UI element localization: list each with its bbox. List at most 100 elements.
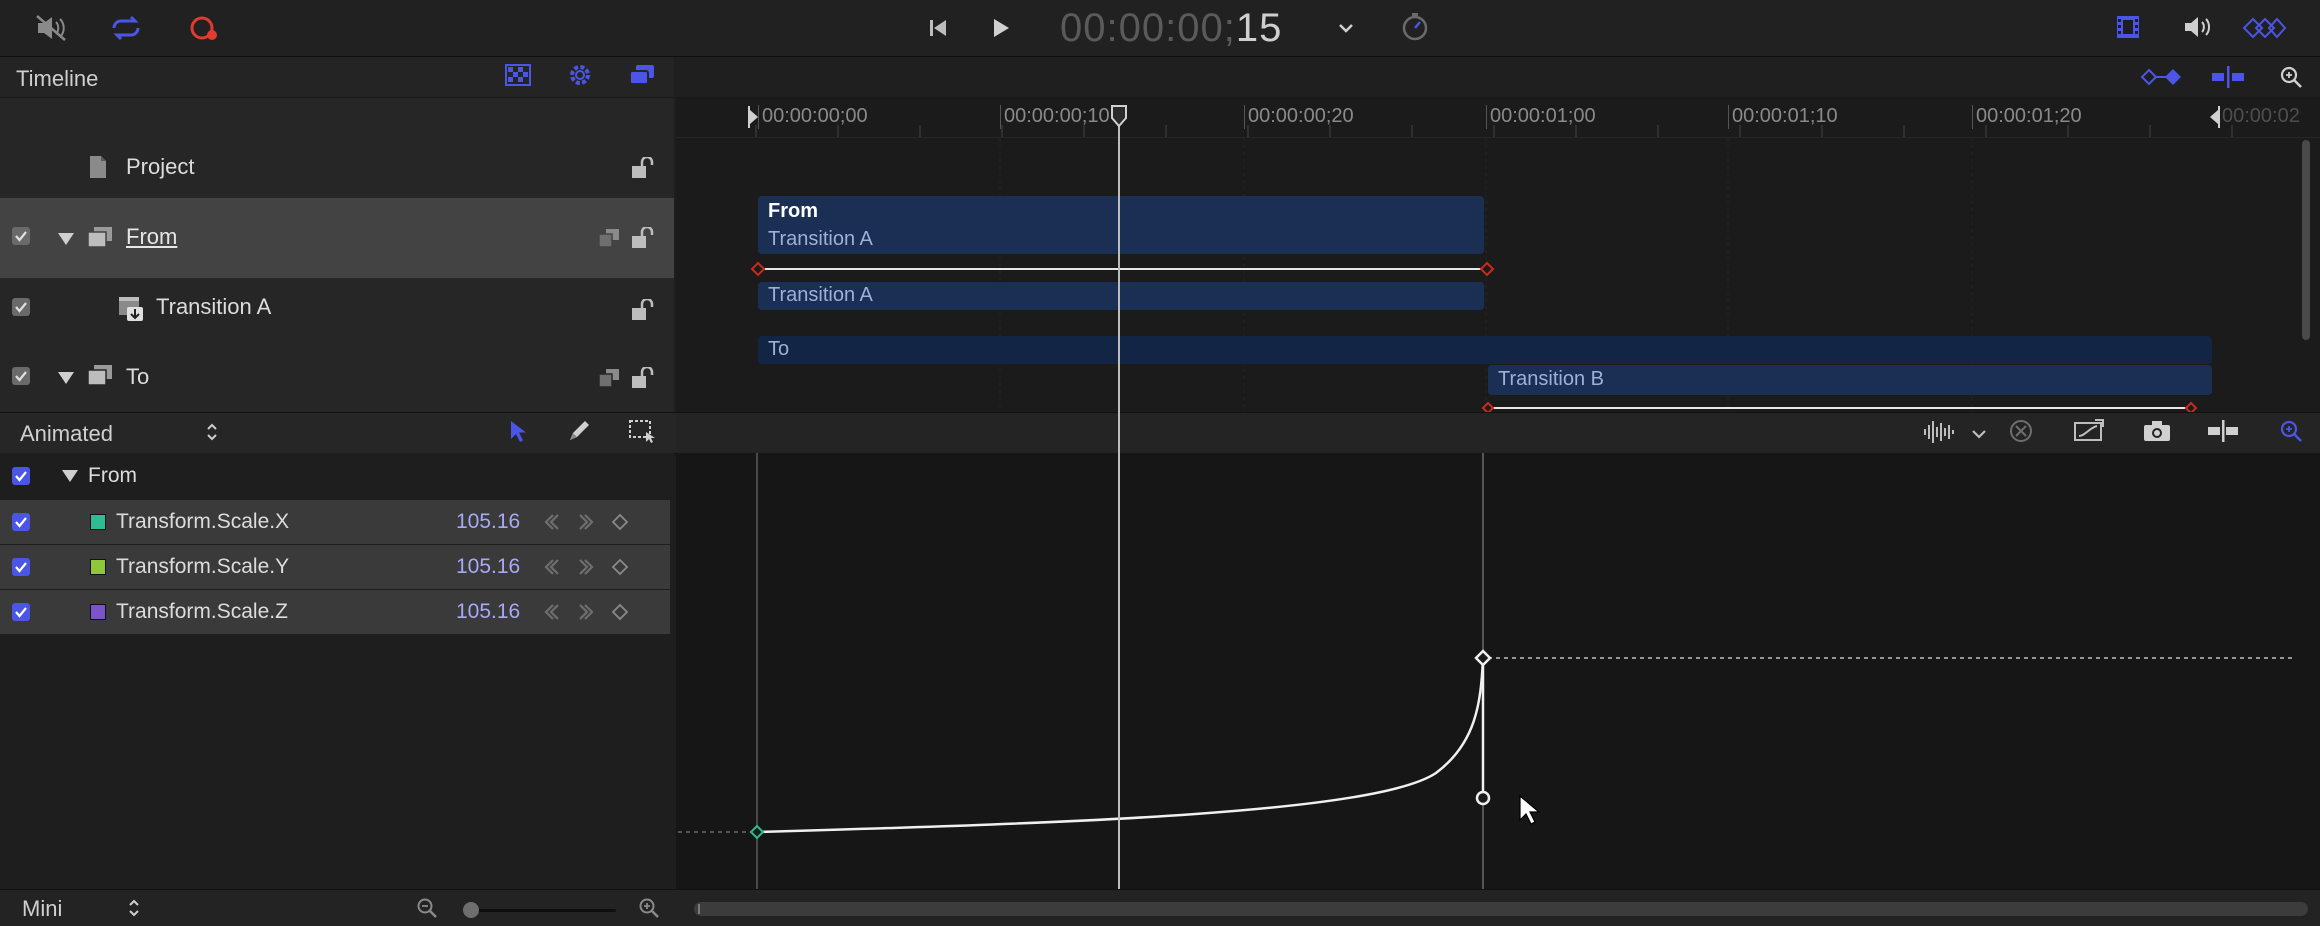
curve-value[interactable]: 105.16	[456, 555, 520, 579]
ruler-label: 00:00:01;00	[1490, 105, 1596, 127]
layer-enable-checkbox[interactable]	[12, 367, 30, 385]
curve-row-scale-z[interactable]: Transform.Scale.Z 105.16	[0, 590, 670, 634]
lock-icon[interactable]	[628, 224, 656, 252]
playhead-handle[interactable]	[1110, 104, 1128, 128]
lock-icon[interactable]	[628, 296, 656, 324]
start-keyframe	[749, 824, 765, 840]
zoom-slider-track[interactable]	[466, 909, 616, 912]
zoom-in-icon[interactable]	[636, 896, 662, 920]
disclosure-triangle-icon[interactable]	[62, 470, 78, 482]
curve-name: Transform.Scale.Z	[116, 600, 288, 623]
size-select[interactable]: Mini	[22, 896, 62, 922]
keyframe-nav-icon[interactable]	[2240, 14, 2288, 42]
lock-icon[interactable]	[628, 364, 656, 392]
curve-filter-select[interactable]: Animated	[20, 421, 113, 447]
add-keyframe-icon[interactable]	[608, 555, 632, 579]
layer-row-project[interactable]: Project	[0, 138, 674, 196]
snapshot-icon[interactable]	[2140, 416, 2174, 446]
behavior-icon	[116, 294, 146, 324]
pencil-tool-icon[interactable]	[564, 416, 594, 446]
curve-zoom-icon[interactable]	[2276, 416, 2306, 446]
timecode-dropdown-icon[interactable]	[1334, 16, 1358, 40]
zoom-slider-thumb[interactable]	[463, 902, 479, 918]
ruler-label: 00:00:00;10	[1004, 105, 1110, 127]
previous-keyframe-icon[interactable]	[540, 510, 564, 534]
zoom-icon[interactable]	[2276, 62, 2306, 92]
playhead-line[interactable]	[1118, 106, 1120, 889]
ruler-major-tick	[1486, 105, 1487, 129]
clone-icon[interactable]	[596, 364, 622, 392]
fit-curves-icon[interactable]	[2070, 416, 2106, 446]
layer-row-transition-a[interactable]: Transition A	[0, 280, 674, 338]
add-keyframe-icon[interactable]	[608, 600, 632, 624]
next-keyframe-icon[interactable]	[574, 555, 598, 579]
arrow-tool-icon[interactable]	[504, 416, 532, 446]
timecode-display[interactable]: 00:00:00;15	[1060, 6, 1282, 51]
record-icon[interactable]	[184, 12, 224, 44]
ruler-label: 00:00:01;20	[1976, 105, 2082, 127]
disclosure-triangle-icon[interactable]	[58, 233, 74, 245]
curve-row-scale-x[interactable]: Transform.Scale.X 105.16	[0, 500, 670, 544]
next-keyframe-icon[interactable]	[574, 510, 598, 534]
clip-title: From	[768, 200, 818, 222]
layer-enable-checkbox[interactable]	[12, 227, 30, 245]
document-icon	[86, 154, 110, 180]
keyframe-track-b[interactable]	[1480, 400, 2220, 412]
zoom-out-icon[interactable]	[414, 896, 440, 920]
disclosure-triangle-icon[interactable]	[58, 372, 74, 384]
clip-to[interactable]: To	[758, 336, 2212, 364]
horizontal-scrollbar[interactable]	[694, 902, 2308, 916]
timeline-vertical-scrollbar[interactable]	[2302, 140, 2310, 340]
stepper-icon[interactable]	[202, 418, 222, 446]
loop-icon[interactable]	[106, 12, 146, 44]
clip-transition-b[interactable]: Transition B	[1488, 365, 2212, 395]
layer-row-to[interactable]: To	[0, 340, 674, 412]
curve-enable-checkbox[interactable]	[12, 558, 30, 576]
ruler-major-tick	[1728, 105, 1729, 129]
clip-from[interactable]: From Transition A	[758, 196, 1484, 254]
previous-keyframe-icon[interactable]	[540, 600, 564, 624]
add-keyframe-icon[interactable]	[608, 510, 632, 534]
in-point-marker[interactable]	[748, 106, 760, 128]
skip-to-start-icon[interactable]	[922, 14, 954, 42]
previous-keyframe-icon[interactable]	[540, 555, 564, 579]
clone-icon[interactable]	[596, 224, 622, 252]
clip-label: To	[768, 338, 790, 360]
next-keyframe-icon[interactable]	[574, 600, 598, 624]
scrollbar-left-cap	[698, 904, 710, 914]
chevron-down-icon[interactable]	[1966, 422, 1992, 446]
end-keyframe	[1474, 649, 1492, 667]
film-strip-icon[interactable]	[2112, 12, 2144, 42]
curve-value[interactable]: 105.16	[456, 600, 520, 624]
curve-enable-checkbox[interactable]	[12, 513, 30, 531]
gear-icon[interactable]	[564, 60, 596, 90]
layer-row-from[interactable]: From	[0, 198, 674, 278]
curve-color-swatch	[90, 514, 106, 530]
playback-speed-icon[interactable]	[1398, 10, 1432, 44]
clip-label: Transition A	[768, 284, 873, 306]
stepper-icon[interactable]	[124, 894, 144, 922]
curve-graph[interactable]	[676, 453, 2320, 889]
curve-value[interactable]: 105.16	[456, 510, 520, 534]
checkerboard-icon[interactable]	[502, 60, 534, 90]
volume-icon[interactable]	[2180, 12, 2216, 42]
clip-transition-a[interactable]: Transition A	[758, 282, 1484, 310]
keyframe-toggle-icon[interactable]	[2138, 62, 2184, 92]
out-point-marker[interactable]	[2208, 106, 2220, 128]
layers-stack-icon[interactable]	[626, 60, 658, 90]
mute-icon[interactable]	[34, 12, 70, 44]
timecode-base: 00:00:00;	[1060, 6, 1236, 50]
curve-snapping-icon[interactable]	[2206, 416, 2240, 446]
layer-enable-checkbox[interactable]	[12, 298, 30, 316]
lock-icon[interactable]	[628, 154, 656, 182]
keyframe-track[interactable]	[750, 258, 1496, 280]
curve-enable-checkbox[interactable]	[12, 603, 30, 621]
play-icon[interactable]	[985, 14, 1017, 42]
audio-waveform-icon[interactable]	[1920, 416, 1960, 448]
clear-icon[interactable]	[2006, 416, 2036, 446]
box-select-tool-icon[interactable]	[626, 416, 658, 446]
snapping-icon[interactable]	[2208, 62, 2248, 92]
group-enable-checkbox[interactable]	[12, 467, 30, 485]
curve-row-scale-y[interactable]: Transform.Scale.Y 105.16	[0, 545, 670, 589]
bezier-handle	[1475, 790, 1491, 806]
